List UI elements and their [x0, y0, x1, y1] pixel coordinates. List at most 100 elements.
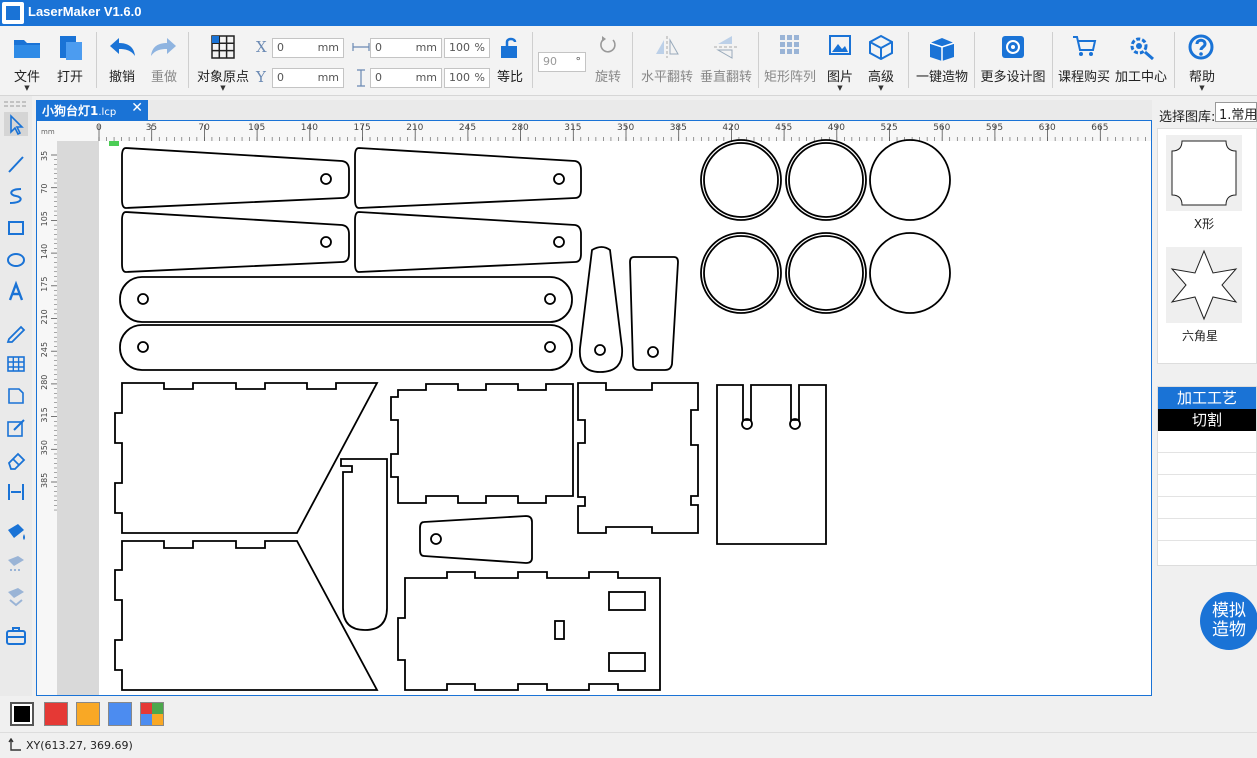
- part-disc-inner: [703, 142, 779, 218]
- status-bar: XY(613.27, 369.69): [0, 732, 1257, 758]
- curve-tool[interactable]: [4, 184, 28, 208]
- height-percent-field[interactable]: 100%: [444, 68, 490, 88]
- redo-button[interactable]: 重做: [144, 26, 184, 96]
- x-shape-icon: [1171, 140, 1237, 206]
- help-label: 帮助: [1188, 70, 1215, 85]
- open-button[interactable]: 打开: [50, 26, 90, 96]
- processing-center-button[interactable]: 加工中心: [1113, 26, 1169, 96]
- vertical-flip-button[interactable]: 垂直翻转: [698, 26, 754, 96]
- toolbar-divider: [1174, 32, 1175, 88]
- process-panel: 加工工艺 切割: [1157, 386, 1257, 566]
- color-swatch-red[interactable]: [44, 702, 68, 726]
- width-percent-field[interactable]: 100%: [444, 38, 490, 58]
- part-tapered-arm: [121, 147, 350, 209]
- width-field[interactable]: 0 mm: [370, 38, 442, 58]
- edit-node-tool[interactable]: [4, 416, 28, 440]
- x-axis-label: X: [256, 38, 267, 56]
- toolbox-tool[interactable]: [4, 624, 28, 648]
- one-click-make-button[interactable]: 一键造物: [912, 26, 972, 96]
- rect-array-button[interactable]: 矩形阵列: [762, 26, 818, 96]
- line-tool[interactable]: [4, 152, 28, 176]
- help-button[interactable]: 帮助 ▼: [1180, 26, 1224, 96]
- y-axis-label: Y: [256, 68, 266, 86]
- horizontal-flip-button[interactable]: 水平翻转: [638, 26, 696, 96]
- part-disc-inner: [703, 235, 779, 311]
- height-arrow-icon: [357, 69, 365, 87]
- color-layer-bar: [0, 698, 1257, 732]
- proportional-button[interactable]: 等比: [492, 26, 528, 96]
- page-tool[interactable]: [4, 384, 28, 408]
- fill-cut-tool[interactable]: [4, 584, 28, 608]
- x-position-value: 0: [277, 41, 284, 54]
- origin-marker: [109, 141, 119, 146]
- shopping-cart-icon: [1073, 36, 1097, 56]
- part-slot: [554, 620, 565, 640]
- chevron-down-icon: ▼: [24, 84, 30, 92]
- tab-document-name: 小狗台灯1: [42, 104, 99, 118]
- box-icon: [929, 38, 955, 61]
- image-label: 图片: [826, 70, 853, 85]
- color-swatch-blue[interactable]: [108, 702, 132, 726]
- unit-label: mm: [415, 41, 437, 54]
- close-icon[interactable]: ✕: [131, 100, 143, 116]
- ruler-label: 70: [198, 123, 210, 133]
- advanced-button[interactable]: 高级 ▼: [862, 26, 900, 96]
- curve-icon: [9, 188, 22, 204]
- color-swatch-multi-blue: [141, 714, 152, 725]
- fill-outline-tool[interactable]: [4, 552, 28, 576]
- file-button[interactable]: 文件 ▼: [6, 26, 48, 96]
- toolbar-divider: [974, 32, 975, 88]
- shape-item-hexagram[interactable]: [1166, 247, 1242, 323]
- image-button[interactable]: 图片 ▼: [822, 26, 858, 96]
- pen-tool[interactable]: [4, 320, 28, 344]
- unit-label: mm: [415, 71, 437, 84]
- eraser-tool[interactable]: [4, 448, 28, 472]
- text-tool[interactable]: [4, 280, 28, 304]
- x-position-field[interactable]: 0 mm: [272, 38, 344, 58]
- library-select[interactable]: 1.常用: [1215, 102, 1257, 122]
- ruler-label: 350: [617, 123, 634, 133]
- simulate-make-button[interactable]: 模拟 造物: [1200, 592, 1257, 650]
- left-toolbox: [0, 96, 32, 696]
- part-tapered-arm: [354, 211, 582, 273]
- part-disc: [869, 139, 951, 221]
- rectangle-tool[interactable]: [4, 216, 28, 240]
- color-swatch-multi[interactable]: [140, 702, 164, 726]
- design-canvas[interactable]: mm 0 35 70 105 140 175 210 245 280 315 350 385 420 45…: [37, 121, 1151, 695]
- more-designs-button[interactable]: 更多设计图: [978, 26, 1048, 96]
- color-swatch-black[interactable]: [10, 702, 34, 726]
- canvas-frame: mm 0 35 70 105 140 175 210 245 280 315 350 385 420 45…: [36, 120, 1152, 696]
- part-hole: [320, 173, 332, 185]
- fill-tool[interactable]: [4, 520, 28, 544]
- select-tool[interactable]: [4, 112, 28, 136]
- undo-button[interactable]: 撤销: [102, 26, 142, 96]
- rotate-angle-field[interactable]: 90 °: [538, 52, 586, 72]
- y-position-field[interactable]: 0 mm: [272, 68, 344, 88]
- width-percent-value: 100: [449, 41, 470, 54]
- width-arrow-icon: [352, 43, 370, 51]
- array-grid-icon: [780, 35, 799, 54]
- process-empty-row: [1158, 497, 1256, 519]
- height-field[interactable]: 0 mm: [370, 68, 442, 88]
- ellipse-tool[interactable]: [4, 248, 28, 272]
- gear-icon: [1130, 37, 1154, 60]
- ruler-label: 245: [459, 123, 476, 133]
- course-purchase-button[interactable]: 课程购买: [1056, 26, 1112, 96]
- table-tool[interactable]: [4, 352, 28, 376]
- measure-tool[interactable]: [4, 480, 28, 504]
- library-select-value: 1.常用: [1219, 108, 1257, 122]
- advanced-label: 高级: [867, 70, 894, 85]
- color-swatch-orange[interactable]: [76, 702, 100, 726]
- process-item-cut[interactable]: 切割: [1158, 409, 1256, 431]
- object-origin-button[interactable]: 对象原点 ▼: [194, 26, 252, 96]
- ruler-label: 175: [354, 123, 371, 133]
- part-side-panel: [114, 540, 379, 691]
- part-disc: [869, 232, 951, 314]
- cursor-coordinates: XY(613.27, 369.69): [26, 739, 133, 752]
- origin-grid-icon: [211, 35, 235, 59]
- part-small-arm: [578, 246, 623, 373]
- shape-item-x[interactable]: [1166, 135, 1242, 211]
- rotate-button[interactable]: 旋转: [590, 26, 626, 96]
- tab-document[interactable]: 小狗台灯1.lcp ✕: [36, 100, 148, 120]
- part-disc-inner: [788, 142, 864, 218]
